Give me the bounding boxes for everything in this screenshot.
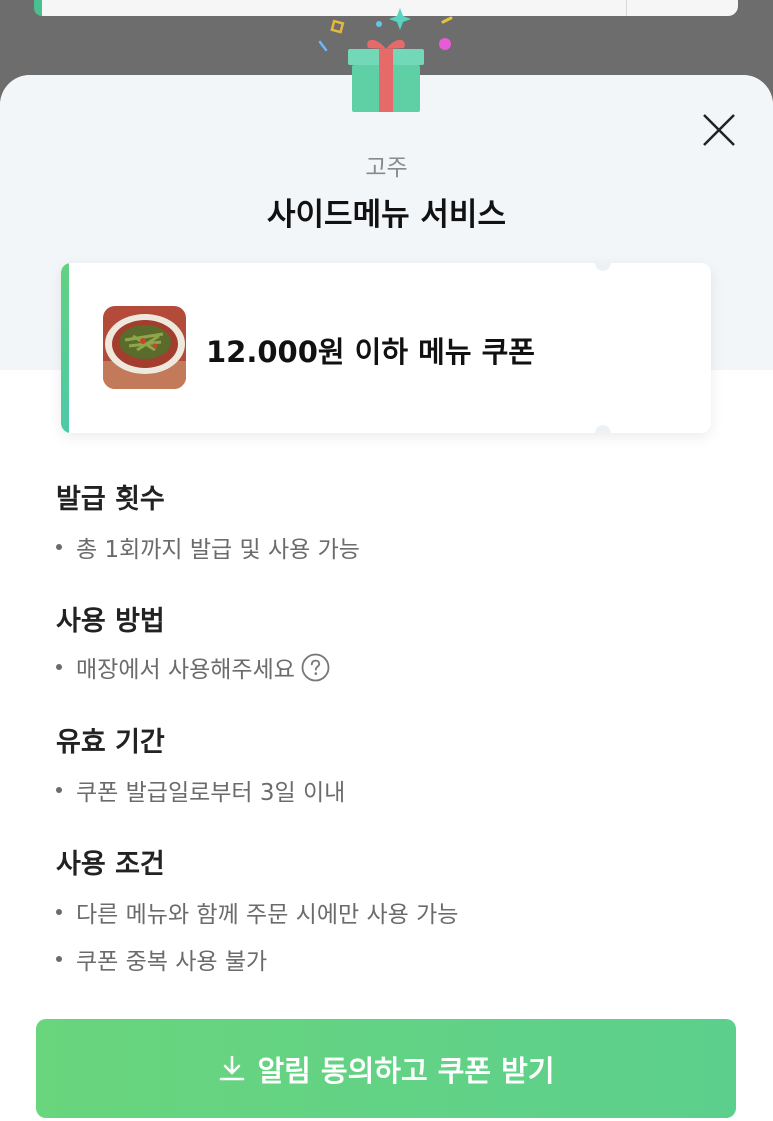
bullet xyxy=(56,956,62,962)
bullet xyxy=(56,909,62,915)
bullet xyxy=(56,664,62,670)
coupon-accent-bar xyxy=(61,263,69,433)
coupon-title: 12.000원 이하 메뉴 쿠폰 xyxy=(206,335,535,369)
list-item: 쿠폰 중복 사용 불가 xyxy=(56,942,267,976)
list-item: 쿠폰 발급일로부터 3일 이내 xyxy=(56,773,345,807)
bullet xyxy=(56,544,62,550)
close-button[interactable] xyxy=(698,109,740,151)
download-icon xyxy=(220,1055,245,1080)
question-circle-icon xyxy=(301,653,330,681)
gift-box-icon xyxy=(348,39,424,112)
modal-title: 사이드메뉴 서비스 xyxy=(267,197,506,233)
coupon-notch-bottom xyxy=(595,425,611,433)
section-title-issue-count: 발급 횟수 xyxy=(56,484,165,515)
store-name: 고주 xyxy=(365,155,408,181)
section-title-conditions: 사용 조건 xyxy=(56,849,165,880)
section-title-validity: 유효 기간 xyxy=(56,727,165,758)
item-text: 다른 메뉴와 함께 주문 시에만 사용 가능 xyxy=(76,902,459,928)
item-text: 쿠폰 중복 사용 불가 xyxy=(76,949,268,975)
list-item: 다른 메뉴와 함께 주문 시에만 사용 가능 xyxy=(56,895,458,929)
coupon-notch-top xyxy=(595,263,611,271)
food-thumbnail xyxy=(103,306,186,389)
list-item: 매장에서 사용해주세요 xyxy=(56,650,330,684)
item-text: 총 1회까지 발급 및 사용 가능 xyxy=(76,537,360,563)
bullet xyxy=(56,787,62,793)
background-card-accent xyxy=(34,0,42,16)
item-text: 쿠폰 발급일로부터 3일 이내 xyxy=(76,780,346,806)
get-coupon-button[interactable]: 알림 동의하고 쿠폰 받기 xyxy=(36,1019,736,1118)
get-coupon-label: 알림 동의하고 쿠폰 받기 xyxy=(257,1053,555,1088)
list-item: 총 1회까지 발급 및 사용 가능 xyxy=(56,530,360,564)
background-card-divider xyxy=(626,0,627,16)
close-icon xyxy=(703,114,735,146)
help-button[interactable] xyxy=(301,653,330,682)
coupon-card: 12.000원 이하 메뉴 쿠폰 xyxy=(61,263,711,433)
coupon-bottom-sheet: 고주 사이드메뉴 서비스 12.000원 이하 메뉴 쿠폰 발급 횟수 총 1회… xyxy=(0,75,773,1121)
section-title-usage-method: 사용 방법 xyxy=(56,606,165,637)
item-text: 매장에서 사용해주세요 xyxy=(76,657,295,683)
